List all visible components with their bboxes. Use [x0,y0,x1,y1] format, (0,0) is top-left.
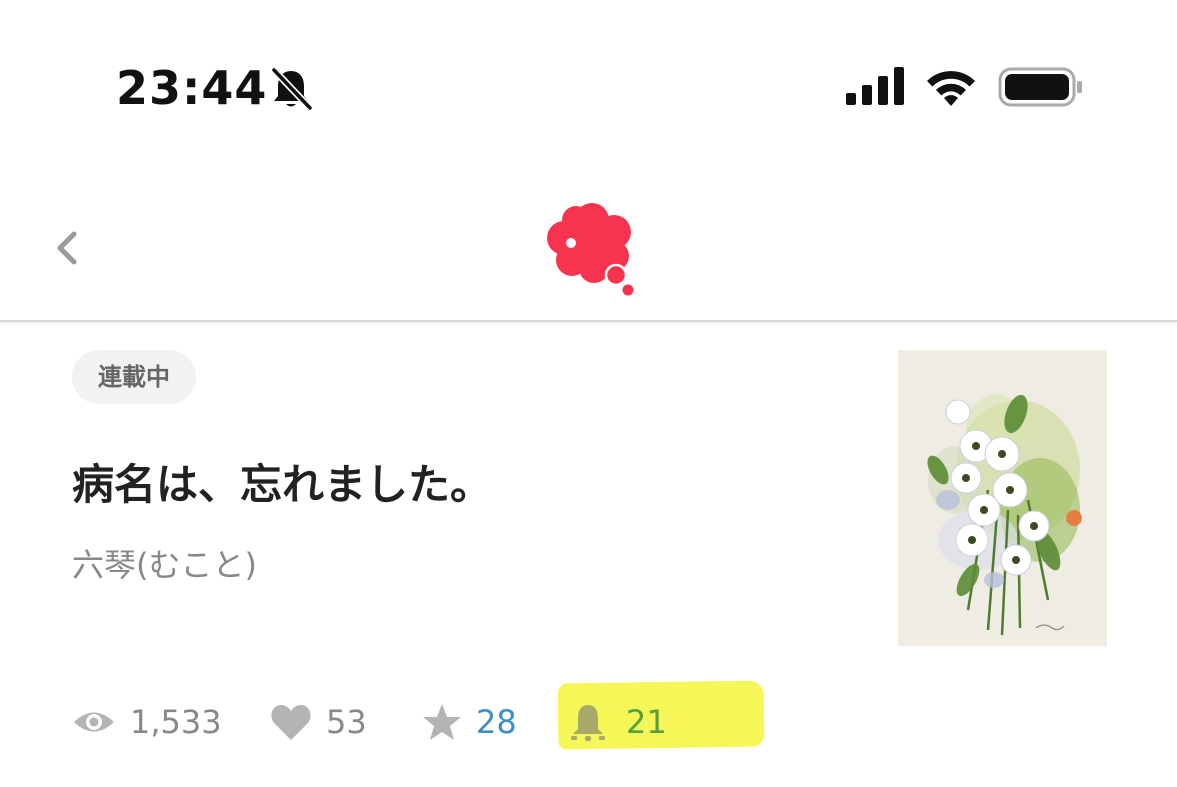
flower-bouquet-illustration [898,350,1107,646]
author-name[interactable]: 六琴(むこと) [72,540,257,590]
bells-stat: 21 [570,692,667,752]
views-count: 1,533 [130,703,222,741]
views-stat: 1,533 [72,692,222,752]
stars-stat: 28 [422,692,517,752]
thought-bubble-logo-icon[interactable] [540,198,642,300]
status-badge: 連載中 [72,350,196,404]
cellular-signal-icon [846,67,904,105]
cover-image[interactable] [898,350,1107,646]
likes-stat: 53 [270,692,367,752]
bell-icon [571,705,605,741]
bell-slash-icon [270,66,314,112]
heart-icon [271,705,311,740]
bells-count: 21 [626,703,667,741]
wifi-icon [927,71,975,106]
battery-icon [998,67,1082,107]
stars-count: 28 [476,703,517,741]
nav-header [0,180,1177,322]
likes-count: 53 [326,703,367,741]
eye-icon [74,712,114,732]
chevron-left-icon[interactable] [40,220,92,276]
status-bar: 23:44 [0,0,1177,170]
star-icon [423,704,461,740]
status-time: 23:44 [116,61,268,115]
work-title[interactable]: 病名は、忘れました。 [72,450,492,520]
